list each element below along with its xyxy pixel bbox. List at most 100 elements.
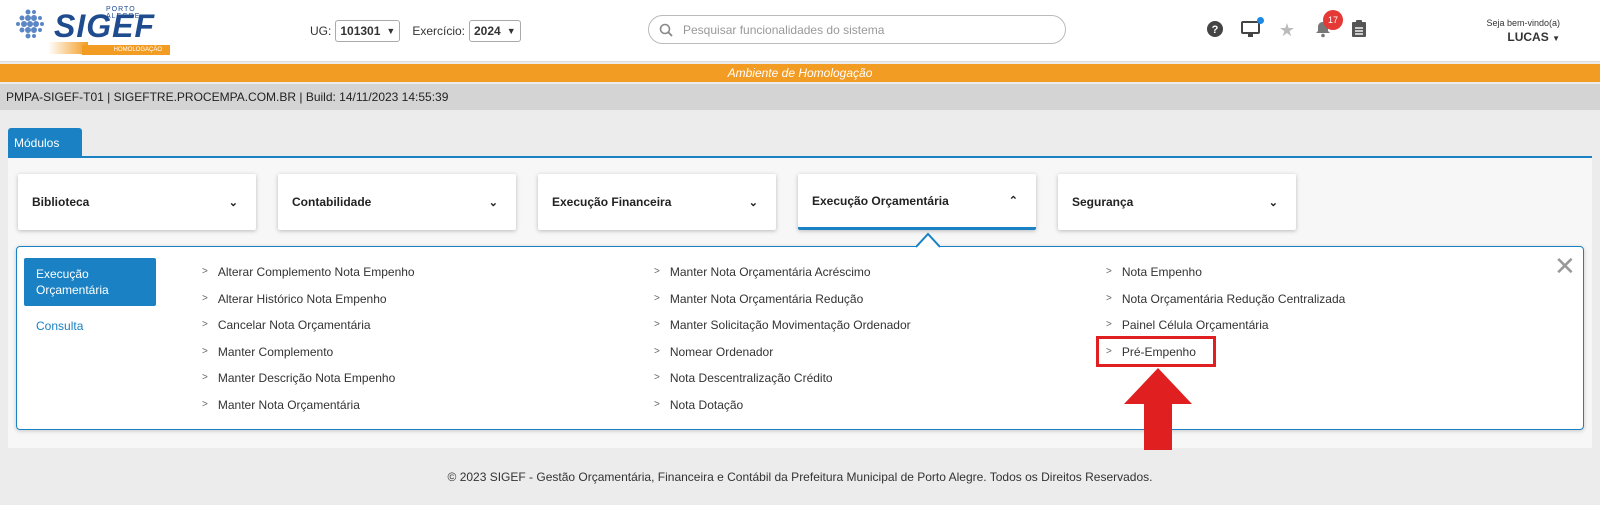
bullet-chevron: > <box>654 372 660 383</box>
module-card-contabilidade[interactable]: Contabilidade ⌄ <box>278 174 516 230</box>
bullet-chevron: > <box>1106 319 1112 330</box>
caret-down-icon: ▼ <box>1552 34 1560 43</box>
exercicio-value: 2024 <box>474 24 501 38</box>
star-icon[interactable]: ★ <box>1277 20 1297 40</box>
logo-brand: SIGEF <box>54 8 156 44</box>
submenu-link[interactable]: > Nota Empenho <box>1106 258 1345 285</box>
ug-label: UG: <box>310 24 332 38</box>
submenu-column-2: > Manter Nota Orçamentária Acréscimo > Man… <box>654 258 911 417</box>
exercicio-label: Exercício: <box>412 24 465 38</box>
submenu-side-consulta[interactable]: Consulta <box>24 310 156 342</box>
submenu-link[interactable]: > Nomear Ordenador <box>654 338 911 365</box>
submenu-link[interactable]: > Manter Nota Orçamentária <box>202 391 415 418</box>
header-icons: ? ★ 17 <box>1205 10 1369 40</box>
submenu-link[interactable]: > Nota Dotação <box>654 391 911 418</box>
submenu-link-label: Manter Complemento <box>217 344 334 359</box>
submenu-link[interactable]: > Painel Célula Orçamentária <box>1106 311 1345 338</box>
submenu-link[interactable]: > Manter Solicitação Movimentação Ordenad… <box>654 311 911 338</box>
module-label: Biblioteca <box>32 195 90 209</box>
submenu-link-label: Manter Nota Orçamentária <box>217 397 360 412</box>
username: LUCAS <box>1507 30 1549 44</box>
submenu-link[interactable]: > Manter Nota Orçamentária Acréscimo <box>654 258 911 285</box>
monitor-icon[interactable] <box>1241 17 1264 40</box>
submenu-link-label: Painel Célula Orçamentária <box>1121 318 1269 332</box>
svg-text:?: ? <box>1212 24 1219 36</box>
sigef-logo[interactable]: PORTO ALEGRE SIGEF HOMOLOGAÇÃO <box>14 6 170 55</box>
search-input[interactable]: Pesquisar funcionalidades do sistema <box>648 15 1066 44</box>
submenu-link-label: Nota Dotação <box>669 397 744 412</box>
bullet-chevron: > <box>654 319 660 330</box>
module-label: Execução Financeira <box>552 195 672 209</box>
monitor-status-dot <box>1257 17 1264 24</box>
tab-modulos[interactable]: Módulos <box>8 128 82 158</box>
footer-copyright: © 2023 SIGEF - Gestão Orçamentária, Fina… <box>447 470 1153 484</box>
bell-icon[interactable]: 17 <box>1313 10 1343 40</box>
submenu-link-label: Nota Descentralização Crédito <box>669 371 833 385</box>
build-info: PMPA-SIGEF-T01 | SIGEFTRE.PROCEMPA.COM.B… <box>0 84 1600 110</box>
bullet-chevron: > <box>202 266 208 277</box>
environment-banner: Ambiente de Homologação <box>0 64 1600 82</box>
clipboard-icon[interactable] <box>1349 20 1369 40</box>
bullet-chevron: > <box>654 266 660 277</box>
chevron-down-icon: ⌄ <box>228 196 238 209</box>
submenu-link[interactable]: > Alterar Histórico Nota Empenho <box>202 285 415 312</box>
ug-select[interactable]: 101301 ▼ <box>335 20 401 42</box>
bullet-chevron: > <box>202 398 208 410</box>
submenu-link[interactable]: > Manter Descrição Nota Empenho <box>202 364 415 391</box>
submenu-link-label: Alterar Complemento Nota Empenho <box>217 265 415 279</box>
chevron-down-icon: ▼ <box>386 26 396 36</box>
module-card-execucao-orcamentaria[interactable]: Execução Orçamentária ⌃ <box>798 174 1036 230</box>
submenu-link[interactable]: > Nota Descentralização Crédito <box>654 364 911 391</box>
submenu-link-label: Cancelar Nota Orçamentária <box>217 318 371 332</box>
tab-bar: Módulos <box>8 128 1592 158</box>
module-label: Segurança <box>1072 195 1134 209</box>
exercicio-select[interactable]: 2024 ▼ <box>469 20 521 42</box>
submenu-link-label: Manter Nota Orçamentária Redução <box>669 291 864 306</box>
submenu-side-execucao-orcamentaria[interactable]: Execução Orçamentária <box>24 258 156 306</box>
submenu-link-label: Nomear Ordenador <box>669 344 774 359</box>
bullet-chevron: > <box>202 345 208 357</box>
module-card-biblioteca[interactable]: Biblioteca ⌄ <box>18 174 256 230</box>
chevron-down-icon: ⌄ <box>1268 196 1278 209</box>
chevron-up-icon: ⌃ <box>1008 195 1018 207</box>
submenu-link-label: Alterar Histórico Nota Empenho <box>217 291 387 306</box>
ug-value: 101301 <box>340 24 381 38</box>
close-icon[interactable]: ✕ <box>1554 253 1576 279</box>
submenu-link[interactable]: > Manter Nota Orçamentária Redução <box>654 285 911 312</box>
submenu-sidebar: Execução Orçamentária Consulta <box>24 258 156 342</box>
submenu-link[interactable]: > Cancelar Nota Orçamentária <box>202 311 415 338</box>
submenu-link[interactable]: > Manter Complemento <box>202 338 415 365</box>
submenu-link[interactable]: > Nota Orçamentária Redução Centralizada <box>1106 285 1345 312</box>
submenu-link-label: Nota Empenho <box>1121 265 1202 279</box>
bullet-chevron: > <box>202 372 208 383</box>
chevron-down-icon: ⌄ <box>748 196 758 209</box>
user-menu[interactable]: Seja bem-vindo(a) LUCAS ▼ <box>1486 18 1560 44</box>
dropdown-pointer <box>916 232 940 248</box>
top-navbar: PORTO ALEGRE SIGEF HOMOLOGAÇÃO UG: 10130… <box>0 0 1600 62</box>
arrow-up-icon <box>1124 368 1192 450</box>
submenu-link-label: Manter Solicitação Movimentação Ordenado… <box>669 318 911 332</box>
submenu-link[interactable]: > Alterar Complemento Nota Empenho <box>202 258 415 285</box>
bullet-chevron: > <box>654 398 660 410</box>
module-label: Execução Orçamentária <box>812 193 949 208</box>
bullet-chevron: > <box>654 345 660 357</box>
bullet-chevron: > <box>1106 292 1112 304</box>
bullet-chevron: > <box>654 292 660 304</box>
submenu-link-label: Manter Nota Orçamentária Acréscimo <box>669 265 871 279</box>
chevron-down-icon: ⌄ <box>488 196 498 209</box>
bullet-chevron: > <box>202 319 208 330</box>
help-icon[interactable]: ? <box>1205 20 1225 40</box>
notification-badge: 17 <box>1323 10 1343 30</box>
bullet-chevron: > <box>1106 266 1112 277</box>
module-label: Contabilidade <box>292 195 372 209</box>
search-icon <box>659 23 673 37</box>
submenu-link-label: Nota Orçamentária Redução Centralizada <box>1121 291 1346 306</box>
bullet-chevron: > <box>202 292 208 304</box>
submenu-link-label: Manter Descrição Nota Empenho <box>217 371 396 385</box>
logo-env: HOMOLOGAÇÃO <box>82 45 170 55</box>
module-card-execucao-financeira[interactable]: Execução Financeira ⌄ <box>538 174 776 230</box>
chevron-down-icon: ▼ <box>506 26 516 36</box>
welcome-text: Seja bem-vindo(a) <box>1486 18 1560 28</box>
module-card-seguranca[interactable]: Segurança ⌄ <box>1058 174 1296 230</box>
ug-selector-group: UG: 101301 ▼ Exercício: 2024 ▼ <box>310 20 521 42</box>
